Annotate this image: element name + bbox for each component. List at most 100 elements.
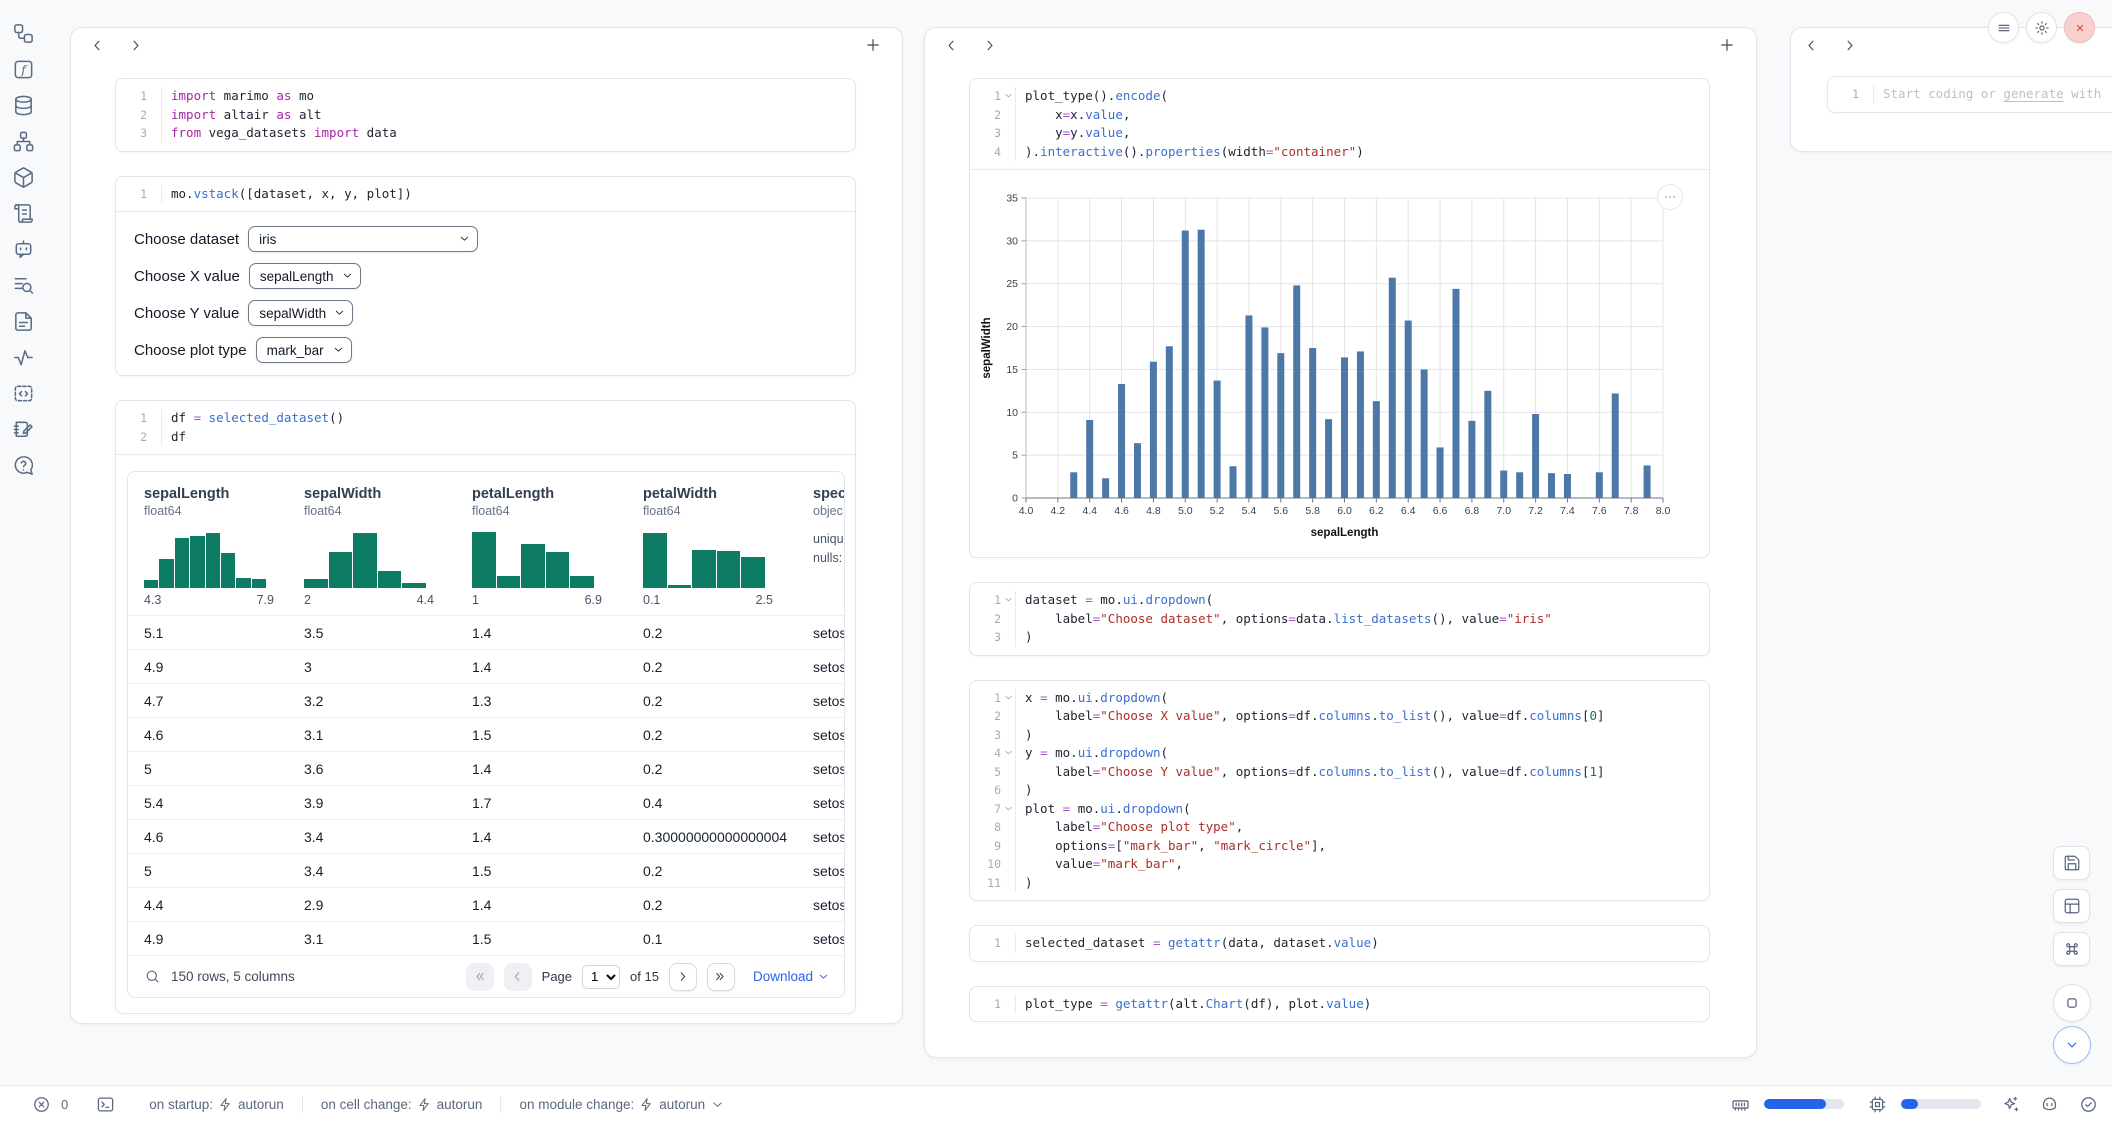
- add-cell-button[interactable]: [864, 36, 882, 54]
- cpu-usage-meter: [1901, 1099, 1981, 1109]
- add-cell-button[interactable]: [1718, 36, 1736, 54]
- fold-chevron-icon[interactable]: [1003, 594, 1014, 605]
- table-column-header[interactable]: sepalWidthfloat6424.4: [288, 472, 456, 615]
- code-editor[interactable]: 1Start coding or generate with: [1828, 77, 2112, 112]
- dropdown-label: Choose X value: [134, 268, 240, 285]
- choose-dataset-select[interactable]: iris: [248, 226, 478, 252]
- sidebar-item-datasources[interactable]: [12, 93, 36, 117]
- table-row[interactable]: 53.41.50.2setos: [128, 853, 844, 887]
- run-button[interactable]: [2053, 1026, 2091, 1064]
- code-editor[interactable]: 1selected_dataset = getattr(data, datase…: [970, 926, 1709, 961]
- table-row[interactable]: 4.73.21.30.2setos: [128, 683, 844, 717]
- run-icon: [2063, 1036, 2081, 1054]
- copilot-button[interactable]: [2040, 1095, 2059, 1114]
- choose-y-value-select[interactable]: sepalWidth: [248, 300, 353, 326]
- generate-link[interactable]: generate: [2003, 86, 2063, 101]
- table-cell: 3: [288, 650, 456, 683]
- code-editor[interactable]: 1plot_type().encode(2 x=x.value,3 y=y.va…: [970, 79, 1709, 169]
- sidebar-item-documentation[interactable]: [12, 309, 36, 333]
- frame-button[interactable]: [2053, 984, 2091, 1022]
- sidebar-item-help[interactable]: [12, 453, 36, 477]
- last-page-button[interactable]: [707, 963, 735, 991]
- sidebar-item-marimo-file[interactable]: f: [12, 57, 36, 81]
- terminal-button[interactable]: [96, 1095, 115, 1114]
- line-number-gutter: 1: [1828, 85, 1874, 104]
- code-editor[interactable]: 1df = selected_dataset()2df: [116, 401, 855, 454]
- collapse-column-button[interactable]: [943, 37, 960, 54]
- sidebar-item-logs[interactable]: [12, 273, 36, 297]
- fold-chevron-icon[interactable]: [1003, 90, 1014, 101]
- save-button[interactable]: [2053, 846, 2090, 880]
- sidebar-item-ai-chat[interactable]: [12, 237, 36, 261]
- code-token: 0: [1590, 708, 1598, 723]
- sidebar-item-scratchpad[interactable]: [12, 201, 36, 225]
- sidebar-item-dependency-graph[interactable]: [12, 129, 36, 153]
- table-column-header[interactable]: sepalLengthfloat644.37.9: [128, 472, 288, 615]
- chart-actions-button[interactable]: [1657, 184, 1683, 210]
- table-row[interactable]: 4.931.40.2setos: [128, 649, 844, 683]
- fold-chevron-icon[interactable]: [1003, 747, 1014, 758]
- expand-column-button[interactable]: [1841, 37, 1858, 54]
- table-row[interactable]: 4.63.41.40.30000000000000004setos: [128, 819, 844, 853]
- close-button[interactable]: [2064, 12, 2095, 43]
- sidebar-item-tracing[interactable]: [12, 345, 36, 369]
- table-row[interactable]: 53.61.40.2setos: [128, 751, 844, 785]
- layout-button[interactable]: [2053, 889, 2090, 923]
- shortcuts-button[interactable]: [2053, 932, 2090, 966]
- code-token: , options: [1221, 708, 1289, 723]
- expand-column-button[interactable]: [981, 37, 998, 54]
- table-row[interactable]: 5.13.51.40.2setos: [128, 615, 844, 649]
- table-row[interactable]: 4.42.91.40.2setos: [128, 887, 844, 921]
- fold-chevron-icon[interactable]: [1003, 692, 1014, 703]
- code-editor[interactable]: 1plot_type = getattr(alt.Chart(df), plot…: [970, 987, 1709, 1022]
- histogram-min: 2: [304, 593, 311, 607]
- error-indicator[interactable]: [32, 1095, 51, 1114]
- cell-output: Choose datasetirisChoose X valuesepalLen…: [116, 212, 855, 375]
- fold-chevron-icon[interactable]: [1003, 803, 1014, 814]
- sidebar-item-file-explorer[interactable]: [12, 21, 36, 45]
- download-button[interactable]: Download: [753, 969, 830, 984]
- line-number-gutter: 2: [970, 610, 1016, 629]
- next-page-button[interactable]: [669, 963, 697, 991]
- first-page-button[interactable]: [466, 963, 494, 991]
- sidebar-item-packages[interactable]: [12, 165, 36, 189]
- table-row[interactable]: 4.93.11.50.1setos: [128, 921, 844, 955]
- prev-page-button[interactable]: [504, 963, 532, 991]
- code-editor[interactable]: 1x = mo.ui.dropdown(2 label="Choose X va…: [970, 681, 1709, 901]
- page-select[interactable]: 1: [582, 965, 620, 989]
- expand-column-button[interactable]: [127, 37, 144, 54]
- table-cell: 1.7: [456, 786, 627, 819]
- code-editor[interactable]: 1import marimo as mo2import altair as al…: [116, 79, 855, 151]
- histogram-bar: [570, 576, 594, 588]
- code-token: df: [171, 429, 186, 444]
- code-editor[interactable]: 1mo.vstack([dataset, x, y, plot]): [116, 177, 855, 212]
- choose-plot-type-select[interactable]: mark_bar: [256, 337, 352, 363]
- collapse-column-button[interactable]: [89, 37, 106, 54]
- menu-button[interactable]: [1988, 12, 2019, 43]
- settings-button[interactable]: [2026, 12, 2057, 43]
- choose-x-value-select[interactable]: sepalLength: [249, 263, 361, 289]
- table-row[interactable]: 4.63.11.50.2setos: [128, 717, 844, 751]
- runtime-mode-3[interactable]: on module change:autorun: [519, 1097, 725, 1112]
- table-column-header[interactable]: petalWidthfloat640.12.5: [627, 472, 797, 615]
- sparkles-button[interactable]: [2001, 1095, 2020, 1114]
- search-icon[interactable]: [144, 968, 161, 985]
- histogram-min: 1: [472, 593, 479, 607]
- check-circle-button[interactable]: [2079, 1095, 2098, 1114]
- sidebar-item-snippets[interactable]: [12, 381, 36, 405]
- table-row[interactable]: 5.43.91.70.4setos: [128, 785, 844, 819]
- altair-bar-chart[interactable]: 4.04.24.44.64.85.05.25.45.65.86.06.26.46…: [976, 180, 1702, 546]
- code-editor[interactable]: 1dataset = mo.ui.dropdown(2 label="Choos…: [970, 583, 1709, 655]
- table-column-header[interactable]: petalLengthfloat6416.9: [456, 472, 627, 615]
- collapse-column-button[interactable]: [1803, 37, 1820, 54]
- ram-usage-meter: [1764, 1099, 1844, 1109]
- column-name: petalWidth: [643, 486, 787, 502]
- code-token: (: [1183, 801, 1191, 816]
- code-token: to_list: [1379, 764, 1432, 779]
- table-cell: 1.4: [456, 616, 627, 649]
- sidebar-item-notebook[interactable]: [12, 417, 36, 441]
- runtime-mode-2[interactable]: on cell change:autorun: [321, 1097, 483, 1112]
- runtime-mode-1[interactable]: on startup:autorun: [149, 1097, 284, 1112]
- code-line: 2df: [116, 428, 855, 447]
- table-column-header[interactable]: speciobjecuniqunulls:: [797, 472, 845, 615]
